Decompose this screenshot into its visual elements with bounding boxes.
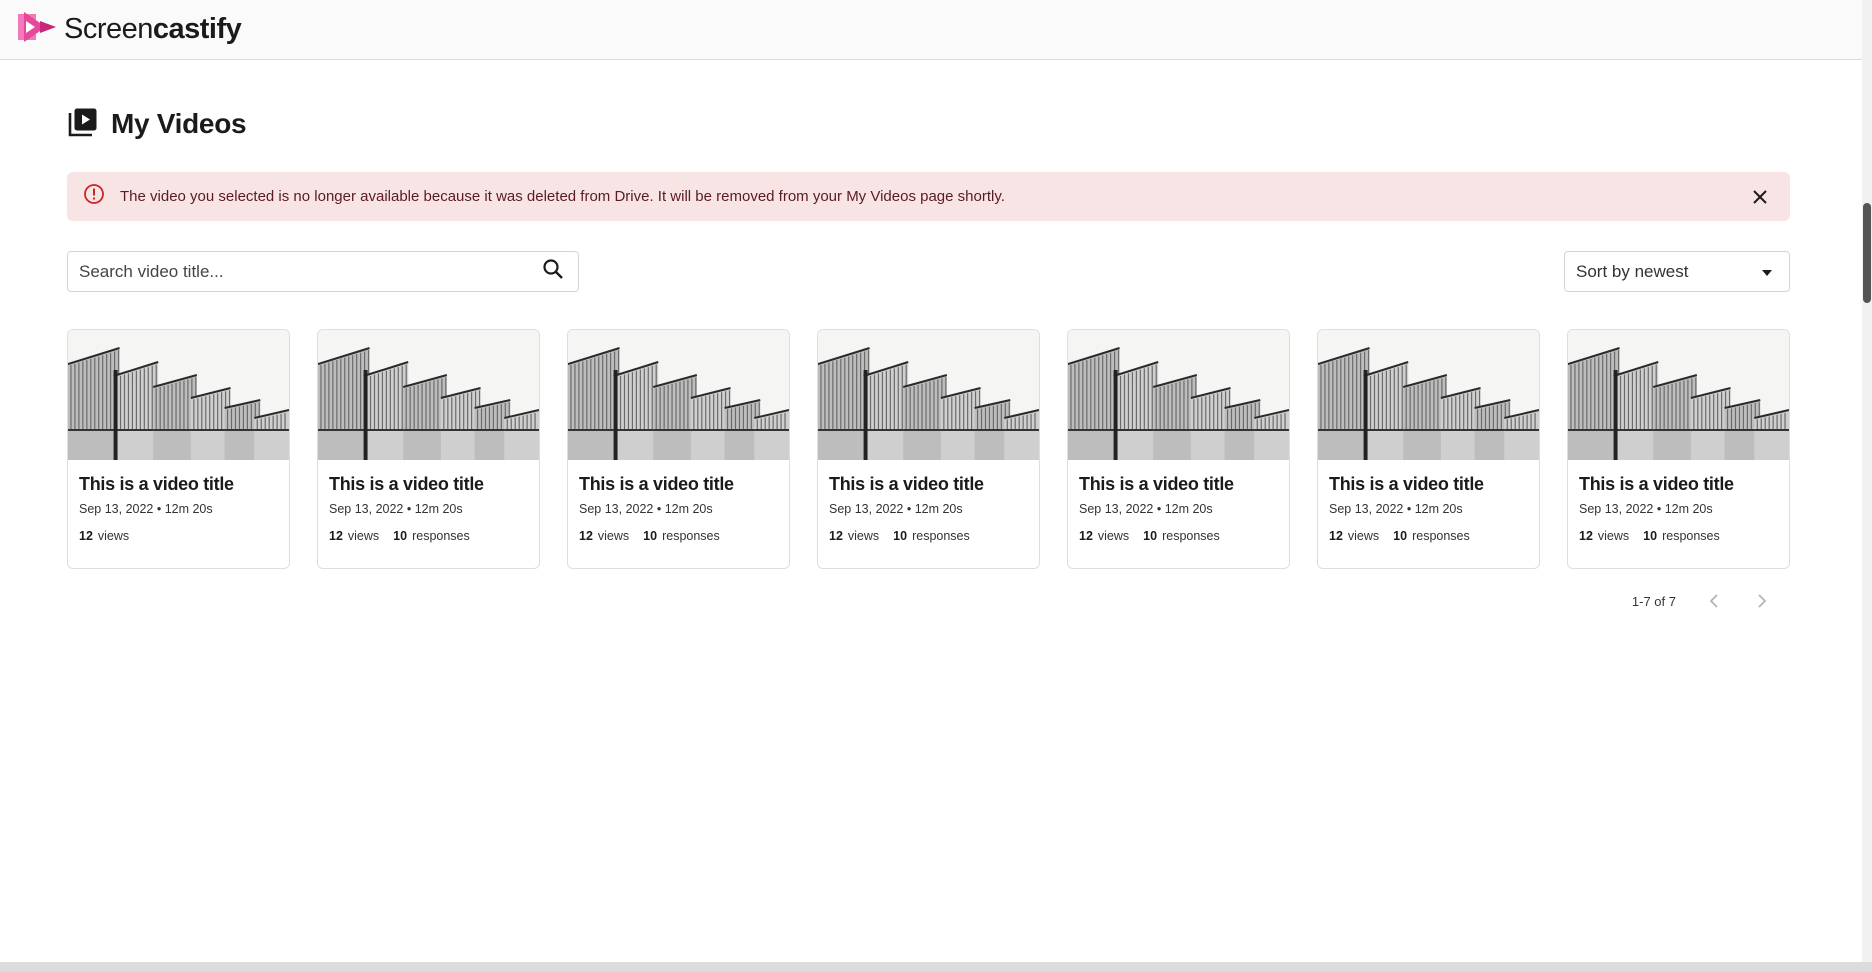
video-card[interactable]: This is a video title Sep 13, 2022 • 12m…	[317, 329, 540, 569]
video-title[interactable]: This is a video title	[1329, 474, 1528, 495]
responses-count: 10 responses	[1143, 529, 1220, 543]
building-shape	[1068, 348, 1120, 460]
close-icon[interactable]	[1748, 185, 1772, 209]
video-date-duration: Sep 13, 2022 • 12m 20s	[329, 502, 463, 516]
video-title[interactable]: This is a video title	[329, 474, 528, 495]
error-circle-icon	[83, 183, 105, 210]
building-shape	[1568, 348, 1620, 460]
views-count: 12 views	[1329, 529, 1380, 543]
search-input[interactable]	[79, 261, 542, 282]
views-count: 12 views	[329, 529, 380, 543]
video-stats: 12 views 10 responses	[579, 529, 778, 543]
video-library-icon	[67, 106, 99, 143]
video-card[interactable]: This is a video title Sep 13, 2022 • 12m…	[817, 329, 1040, 569]
building-shape	[568, 348, 620, 460]
video-thumbnail	[68, 330, 289, 460]
video-thumbnail	[1568, 330, 1789, 460]
chevron-left-icon[interactable]	[1704, 591, 1724, 611]
views-count: 12 views	[829, 529, 880, 543]
video-stats: 12 views 10 responses	[1329, 529, 1528, 543]
building-post	[1113, 370, 1118, 460]
logo-text: Screencastify	[64, 13, 242, 46]
building-shape	[68, 348, 120, 460]
building-shape	[818, 348, 870, 460]
page-title-row: My Videos	[67, 107, 1790, 141]
pagination-range: 1-7 of 7	[1631, 593, 1676, 609]
building-post	[1613, 370, 1618, 460]
screencastify-logo[interactable]: Screencastify	[16, 10, 242, 49]
video-date-duration: Sep 13, 2022 • 12m 20s	[1329, 502, 1463, 516]
responses-count: 10 responses	[893, 529, 970, 543]
responses-count: 10 responses	[393, 529, 470, 543]
video-date-duration: Sep 13, 2022 • 12m 20s	[1579, 502, 1713, 516]
video-date-duration: Sep 13, 2022 • 12m 20s	[79, 502, 213, 516]
building-post	[363, 370, 368, 460]
video-card[interactable]: This is a video title Sep 13, 2022 • 12m…	[1567, 329, 1790, 569]
building-post	[863, 370, 868, 460]
building-shape	[318, 348, 370, 460]
page-title: My Videos	[111, 108, 247, 139]
building-shape	[440, 388, 481, 460]
sort-dropdown[interactable]: Sort by newest	[1564, 251, 1790, 292]
search-icon[interactable]	[542, 258, 564, 285]
error-alert: The video you selected is no longer avai…	[67, 172, 1790, 221]
video-thumbnail	[1068, 330, 1289, 460]
building-post	[1363, 370, 1368, 460]
video-date-duration: Sep 13, 2022 • 12m 20s	[579, 502, 713, 516]
views-count: 12 views	[1079, 529, 1130, 543]
responses-count: 10 responses	[1393, 529, 1470, 543]
video-title[interactable]: This is a video title	[79, 474, 278, 495]
logo-text-light: Screen	[64, 13, 153, 45]
video-title[interactable]: This is a video title	[1079, 474, 1278, 495]
app-header: Screencastify	[0, 0, 1862, 60]
video-thumbnail	[318, 330, 539, 460]
video-date-duration: Sep 13, 2022 • 12m 20s	[829, 502, 963, 516]
chevron-right-icon[interactable]	[1752, 591, 1772, 611]
video-stats: 12 views 10 responses	[829, 529, 1028, 543]
window-bottom-bar	[0, 962, 1872, 972]
video-stats: 12 views	[79, 529, 278, 543]
controls-row: Sort by newest	[67, 251, 1790, 292]
pagination: 1-7 of 7	[67, 591, 1790, 611]
building-post	[613, 370, 618, 460]
views-count: 12 views	[1579, 529, 1630, 543]
video-title[interactable]: This is a video title	[829, 474, 1028, 495]
main-content: My Videos The video you selected is no l…	[67, 60, 1790, 611]
building-shape	[1318, 348, 1370, 460]
search-box	[67, 251, 579, 292]
views-count: 12 views	[579, 529, 630, 543]
video-date-duration: Sep 13, 2022 • 12m 20s	[1079, 502, 1213, 516]
video-grid: This is a video title Sep 13, 2022 • 12m…	[67, 329, 1790, 569]
video-stats: 12 views 10 responses	[1079, 529, 1278, 543]
video-stats: 12 views 10 responses	[329, 529, 528, 543]
vertical-scrollbar[interactable]	[1862, 0, 1872, 962]
video-thumbnail	[818, 330, 1039, 460]
building-post	[113, 370, 118, 460]
video-thumbnail	[568, 330, 789, 460]
alert-message: The video you selected is no longer avai…	[120, 188, 1005, 205]
video-card[interactable]: This is a video title Sep 13, 2022 • 12m…	[567, 329, 790, 569]
views-count: 12 views	[79, 529, 130, 543]
screencastify-camera-icon	[16, 10, 58, 49]
responses-count: 10 responses	[1643, 529, 1720, 543]
video-title[interactable]: This is a video title	[1579, 474, 1778, 495]
caret-down-icon	[1761, 262, 1773, 282]
video-stats: 12 views 10 responses	[1579, 529, 1778, 543]
scrollbar-thumb[interactable]	[1863, 203, 1871, 303]
sort-selected-label: Sort by newest	[1576, 261, 1689, 281]
video-card[interactable]: This is a video title Sep 13, 2022 • 12m…	[1067, 329, 1290, 569]
video-thumbnail	[1318, 330, 1539, 460]
logo-text-bold: castify	[152, 13, 242, 45]
video-card[interactable]: This is a video title Sep 13, 2022 • 12m…	[67, 329, 290, 569]
responses-count: 10 responses	[643, 529, 720, 543]
video-card[interactable]: This is a video title Sep 13, 2022 • 12m…	[1317, 329, 1540, 569]
video-title[interactable]: This is a video title	[579, 474, 778, 495]
